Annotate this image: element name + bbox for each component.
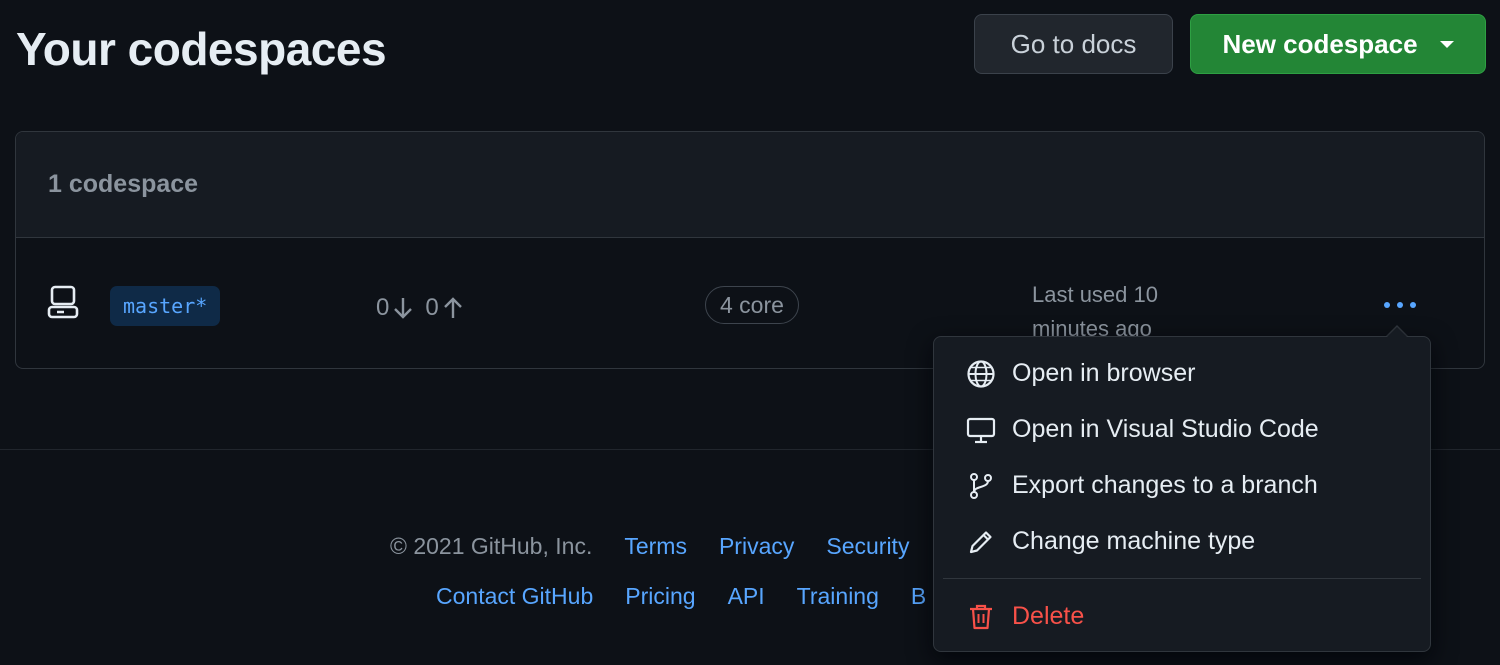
footer-link-security[interactable]: Security xyxy=(826,533,909,560)
git-branch-icon xyxy=(970,473,992,499)
arrow-down-icon xyxy=(394,298,413,319)
monitor-icon xyxy=(966,417,996,444)
pencil-icon xyxy=(969,531,992,554)
machine-type-badge: 4 core xyxy=(705,286,799,324)
ahead-behind-status: 0 0 xyxy=(376,294,475,322)
footer-link-contact[interactable]: Contact GitHub xyxy=(436,583,593,610)
footer-row-2: Contact GitHub Pricing API Training B xyxy=(436,583,926,610)
new-codespace-button[interactable]: New codespace xyxy=(1190,14,1486,74)
menu-item-open-vscode[interactable]: Open in Visual Studio Code xyxy=(934,404,1430,454)
menu-item-label: Change machine type xyxy=(1012,526,1256,555)
menu-item-export-branch[interactable]: Export changes to a branch xyxy=(934,460,1430,510)
codespace-actions-menu: Open in browser Open in Visual Studio Co… xyxy=(933,336,1431,652)
menu-item-label: Open in Visual Studio Code xyxy=(1012,414,1319,443)
trash-icon xyxy=(970,604,992,630)
branch-label[interactable]: master* xyxy=(110,286,221,326)
footer-link-pricing[interactable]: Pricing xyxy=(625,583,695,610)
footer-row-1: © 2021 GitHub, Inc. Terms Privacy Securi… xyxy=(390,533,909,560)
go-to-docs-label: Go to docs xyxy=(1010,28,1137,59)
go-to-docs-button[interactable]: Go to docs xyxy=(974,14,1173,74)
menu-pointer-fill xyxy=(1386,327,1408,338)
menu-item-label: Export changes to a branch xyxy=(1012,470,1318,499)
page-title: Your codespaces xyxy=(16,23,387,75)
more-options-button[interactable] xyxy=(1378,290,1422,320)
menu-item-label: Open in browser xyxy=(1012,358,1196,387)
footer-link-privacy[interactable]: Privacy xyxy=(719,533,794,560)
kebab-horizontal-icon xyxy=(1384,302,1416,308)
copyright-text: © 2021 GitHub, Inc. xyxy=(390,533,593,559)
globe-icon xyxy=(967,360,995,388)
menu-item-delete[interactable]: Delete xyxy=(934,591,1430,641)
menu-item-open-browser[interactable]: Open in browser xyxy=(934,348,1430,398)
behind-count: 0 xyxy=(376,294,390,321)
caret-down-icon xyxy=(1439,40,1454,48)
codespaces-icon xyxy=(47,285,79,319)
ahead-count: 0 xyxy=(425,294,439,321)
arrow-up-icon xyxy=(443,297,462,318)
codespaces-list: 1 codespace master* 0 0 4 core Last used… xyxy=(15,131,1485,369)
footer-link-training[interactable]: Training xyxy=(797,583,879,610)
footer-link-terms[interactable]: Terms xyxy=(624,533,687,560)
codespace-count: 1 codespace xyxy=(16,132,1484,238)
footer-link-api[interactable]: API xyxy=(728,583,765,610)
new-codespace-label: New codespace xyxy=(1222,28,1418,59)
menu-separator xyxy=(943,578,1421,579)
footer-link-blog[interactable]: B xyxy=(911,583,926,610)
menu-item-change-machine[interactable]: Change machine type xyxy=(934,516,1430,566)
menu-item-label: Delete xyxy=(1012,601,1085,630)
